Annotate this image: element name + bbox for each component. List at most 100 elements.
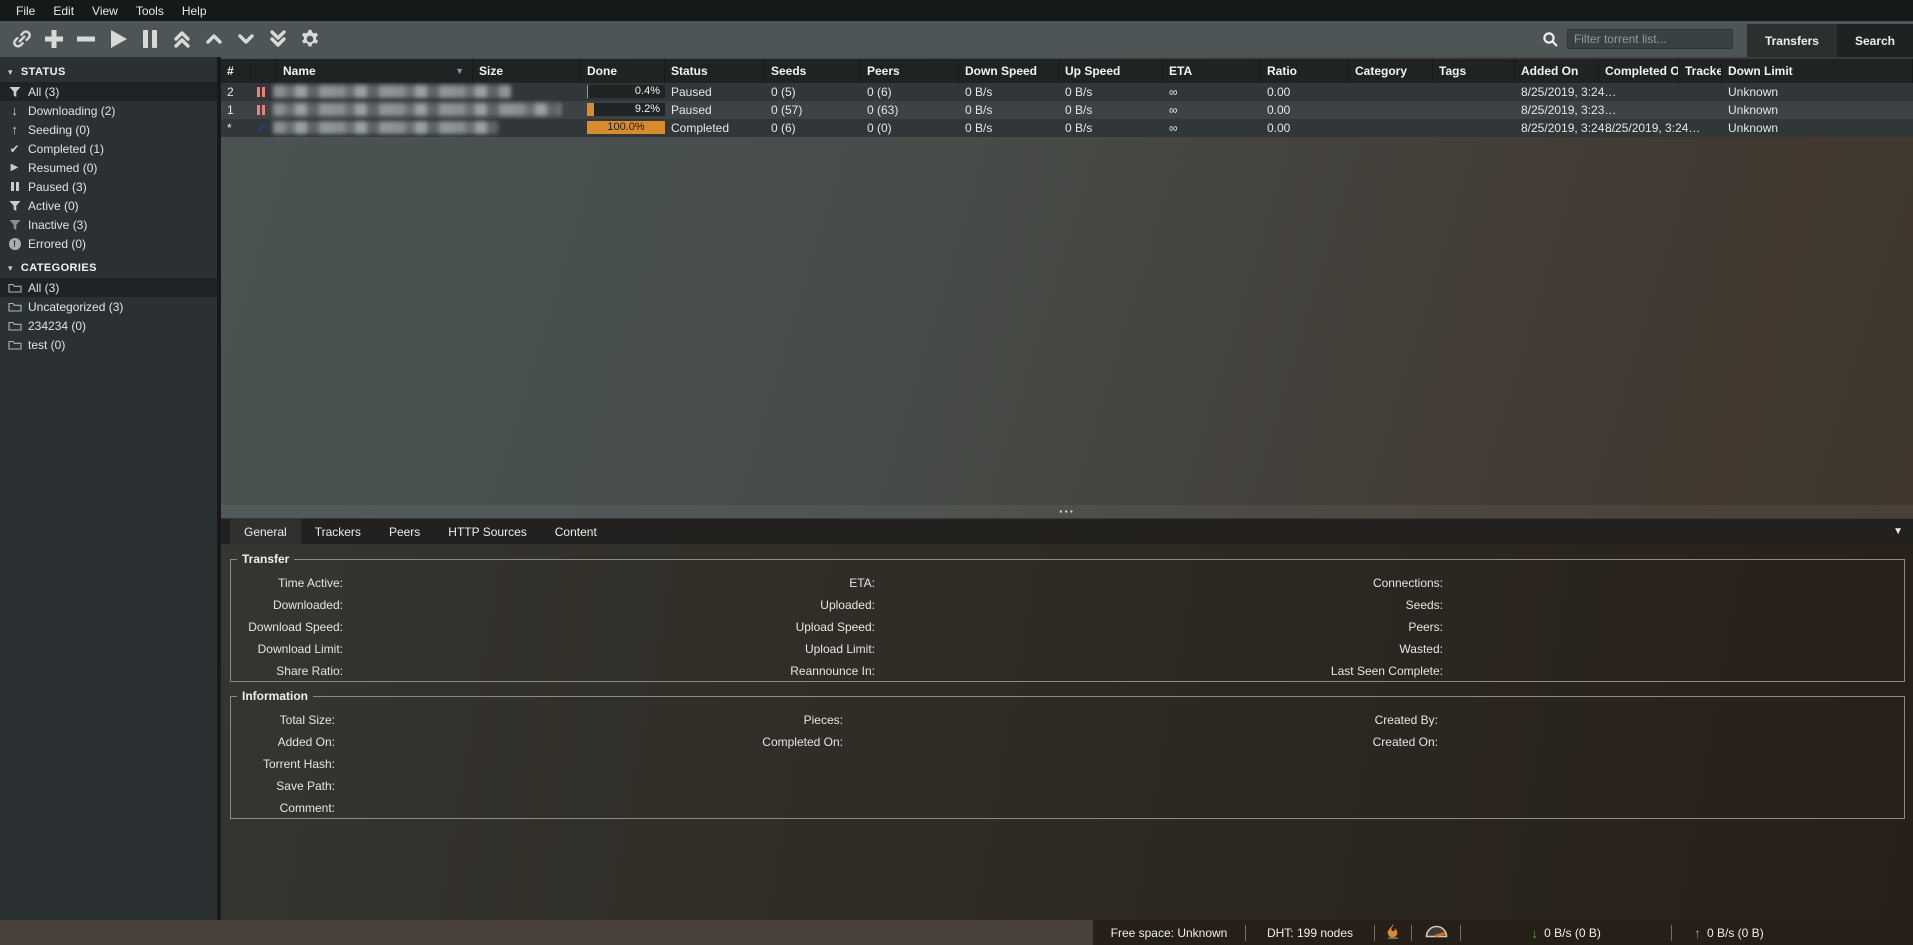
tab-content[interactable]: Content — [541, 519, 611, 544]
collapse-arrow-icon: ▾ — [8, 67, 13, 78]
sidebar-item-all[interactable]: All (3) — [0, 82, 217, 101]
column-header-added-on[interactable]: Added On — [1515, 59, 1599, 83]
status-bar-items: Free space: Unknown DHT: 199 nodes ↓ 0 B… — [1093, 920, 1913, 945]
information-section: Information Total Size: Added On: Torren… — [230, 689, 1905, 819]
folder-icon — [6, 339, 23, 350]
filter-area — [1542, 29, 1733, 49]
column-header-ratio[interactable]: Ratio — [1261, 59, 1349, 83]
double-chevron-down-icon — [268, 29, 288, 49]
resume-button[interactable] — [102, 24, 133, 54]
download-arrow-icon: ↓ — [1531, 925, 1538, 941]
sidebar-category-234234[interactable]: 234234 (0) — [0, 316, 217, 335]
upload-speed-status[interactable]: ↑ 0 B/s (0 B) — [1672, 925, 1913, 941]
torrent-panel: # Name▼ Size Done Status Seeds Peers Dow… — [221, 57, 1913, 920]
sort-descending-icon: ▼ — [455, 59, 464, 83]
sidebar-item-active[interactable]: Active (0) — [0, 196, 217, 215]
increase-priority-button[interactable] — [198, 24, 229, 54]
chevron-down-icon[interactable]: ▼ — [1893, 526, 1903, 537]
torrent-list-empty-area — [221, 137, 1913, 505]
menu-view[interactable]: View — [83, 4, 127, 18]
column-header-done[interactable]: Done — [581, 59, 665, 83]
tab-general[interactable]: General — [230, 519, 301, 544]
progress-bar: 100.0% — [587, 121, 665, 134]
sidebar-item-inactive[interactable]: Inactive (3) — [0, 215, 217, 234]
sidebar-item-completed[interactable]: ✔ Completed (1) — [0, 139, 217, 158]
table-row[interactable]: 1 9.2% Paused 0 (57) 0 (63) 0 B/s 0 B/s … — [221, 101, 1913, 119]
column-header-state[interactable] — [251, 59, 277, 83]
panel-splitter[interactable]: ··· — [221, 505, 1913, 518]
dht-nodes-label: DHT: 199 nodes — [1246, 926, 1374, 940]
redacted-torrent-name — [273, 85, 511, 98]
general-tab-panel: Transfer Time Active: Downloaded: Downlo… — [221, 544, 1913, 920]
sidebar-item-resumed[interactable]: ▶ Resumed (0) — [0, 158, 217, 177]
table-row[interactable]: * ✔ 100.0% Completed 0 (6) 0 (0) 0 B/s 0… — [221, 119, 1913, 137]
sidebar-item-errored[interactable]: ! Errored (0) — [0, 234, 217, 253]
column-header-seeds[interactable]: Seeds — [765, 59, 861, 83]
folder-icon — [6, 320, 23, 331]
sidebar-item-seeding[interactable]: ↑ Seeding (0) — [0, 120, 217, 139]
menu-edit[interactable]: Edit — [44, 4, 83, 18]
filter-dim-icon — [6, 219, 23, 231]
column-header-peers[interactable]: Peers — [861, 59, 959, 83]
qbittorrent-webui: File Edit View Tools Help — [0, 0, 1913, 945]
add-torrent-button[interactable] — [38, 24, 69, 54]
sidebar-category-test[interactable]: test (0) — [0, 335, 217, 354]
pause-button[interactable] — [134, 24, 165, 54]
options-button[interactable] — [294, 24, 325, 54]
detail-tab-bar: General Trackers Peers HTTP Sources Cont… — [221, 518, 1913, 544]
chevron-down-icon — [237, 33, 255, 45]
information-section-title: Information — [237, 689, 313, 703]
categories-section-header[interactable]: ▾CATEGORIES — [0, 258, 217, 278]
column-header-status[interactable]: Status — [665, 59, 765, 83]
tab-trackers[interactable]: Trackers — [301, 519, 375, 544]
column-header-name[interactable]: Name▼ — [277, 59, 473, 83]
column-header-down-speed[interactable]: Down Speed — [959, 59, 1059, 83]
menu-tools[interactable]: Tools — [127, 4, 173, 18]
redacted-torrent-name — [273, 103, 561, 116]
torrent-link-button[interactable] — [6, 24, 37, 54]
sidebar-item-downloading[interactable]: ↓ Downloading (2) — [0, 101, 217, 120]
column-header-tracker[interactable]: Tracker — [1679, 59, 1722, 83]
toolbar: Transfers Search — [0, 21, 1913, 57]
firewalled-flame-icon — [1387, 923, 1399, 942]
transfer-section: Transfer Time Active: Downloaded: Downlo… — [230, 552, 1905, 682]
minus-icon — [75, 28, 97, 50]
tab-http-sources[interactable]: HTTP Sources — [434, 519, 540, 544]
column-header-size[interactable]: Size — [473, 59, 581, 83]
alt-speed-limits-button[interactable] — [1412, 924, 1460, 941]
sidebar: ▾STATUS All (3) ↓ Downloading (2) ↑ Seed… — [0, 57, 217, 920]
transfer-labels-col3: Connections: Seeds: Peers: Wasted: Last … — [243, 572, 1443, 682]
progress-bar: 9.2% — [587, 103, 665, 116]
status-section-header[interactable]: ▾STATUS — [0, 62, 217, 82]
sidebar-category-all[interactable]: All (3) — [0, 278, 217, 297]
menu-file[interactable]: File — [7, 4, 44, 18]
column-header-category[interactable]: Category — [1349, 59, 1433, 83]
menu-help[interactable]: Help — [173, 4, 216, 18]
delete-button[interactable] — [70, 24, 101, 54]
tab-search[interactable]: Search — [1837, 24, 1913, 57]
progress-bar: 0.4% — [587, 85, 665, 98]
top-priority-button[interactable] — [166, 24, 197, 54]
table-row[interactable]: 2 0.4% Paused 0 (5) 0 (6) 0 B/s 0 B/s ∞ … — [221, 83, 1913, 101]
information-labels-col3: Created By: Created On: — [243, 709, 1438, 753]
column-header-completed-on[interactable]: Completed On — [1599, 59, 1679, 83]
filter-torrent-input[interactable] — [1567, 29, 1733, 49]
column-header-down-limit[interactable]: Down Limit — [1722, 59, 1913, 83]
sidebar-item-paused[interactable]: Paused (3) — [0, 177, 217, 196]
decrease-priority-button[interactable] — [230, 24, 261, 54]
download-speed-status[interactable]: ↓ 0 B/s (0 B) — [1461, 925, 1671, 941]
transfer-section-title: Transfer — [237, 552, 294, 566]
tab-peers[interactable]: Peers — [375, 519, 434, 544]
connection-status-button[interactable] — [1375, 923, 1411, 942]
column-header-number[interactable]: # — [221, 59, 251, 83]
column-header-eta[interactable]: ETA — [1163, 59, 1261, 83]
tab-transfers[interactable]: Transfers — [1747, 24, 1837, 57]
check-icon: ✔ — [6, 142, 23, 156]
upload-arrow-icon: ↑ — [6, 123, 23, 136]
column-header-up-speed[interactable]: Up Speed — [1059, 59, 1163, 83]
column-header-tags[interactable]: Tags — [1433, 59, 1515, 83]
bottom-priority-button[interactable] — [262, 24, 293, 54]
sidebar-category-uncategorized[interactable]: Uncategorized (3) — [0, 297, 217, 316]
filter-icon — [6, 86, 23, 98]
chain-link-icon — [11, 28, 33, 50]
